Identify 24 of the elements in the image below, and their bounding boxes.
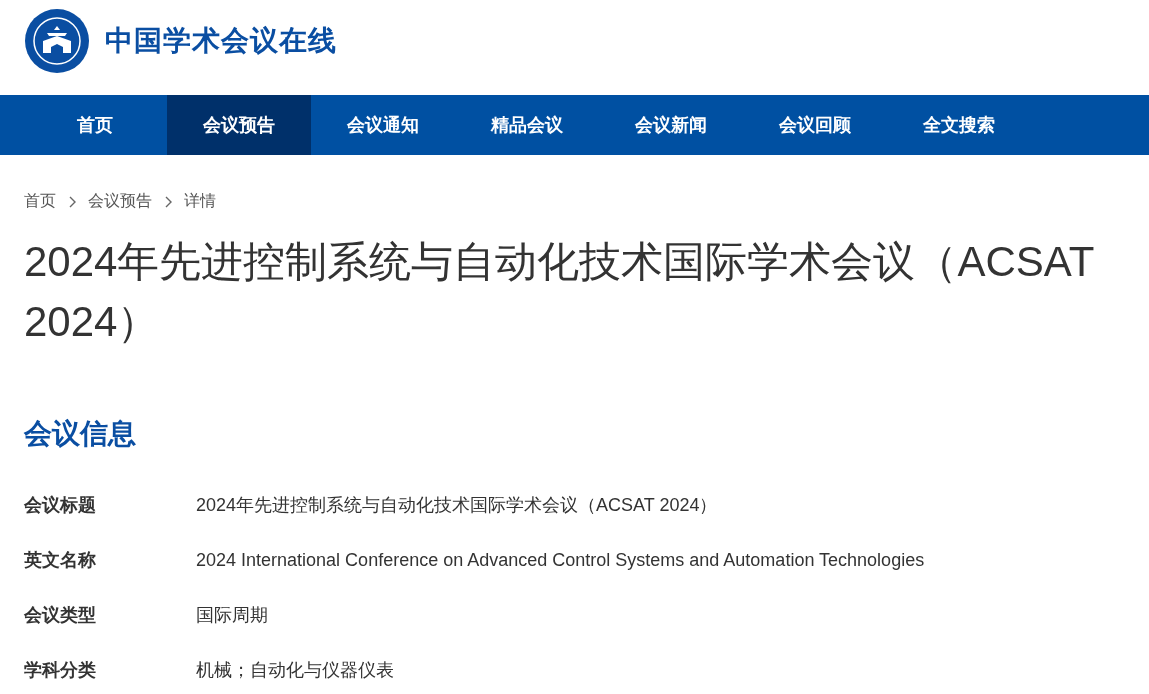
field-label: 会议类型: [24, 604, 97, 627]
field-value: 国际周期: [196, 604, 268, 627]
field-label: 会议标题: [24, 494, 97, 517]
nav-tab[interactable]: 会议通知: [311, 95, 455, 155]
logo-icon: [25, 8, 89, 73]
nav-tab[interactable]: 全文搜索: [887, 95, 1031, 155]
breadcrumb-link[interactable]: 会议预告: [88, 191, 152, 212]
nav-tab[interactable]: 会议新闻: [599, 95, 743, 155]
field-label: 英文名称: [24, 549, 97, 572]
nav-tab[interactable]: 首页: [23, 95, 167, 155]
field-value: 2024年先进控制系统与自动化技术国际学术会议（ACSAT 2024）: [196, 494, 718, 517]
nav-tab[interactable]: 会议预告: [167, 95, 311, 155]
field-label: 学科分类: [24, 659, 97, 682]
site-name[interactable]: 中国学术会议在线: [105, 21, 337, 60]
breadcrumb-current: 详情: [184, 191, 216, 211]
breadcrumb-link[interactable]: 首页: [24, 191, 56, 212]
conference-title: 2024年先进控制系统与自动化技术国际学术会议（ACSAT 2024）: [24, 237, 1095, 347]
chevron-icon: [68, 195, 76, 208]
nav-tab[interactable]: 会议回顾: [743, 95, 887, 155]
field-value: 2024 International Conference on Advanced Control Systems and Automation Technologies: [196, 549, 925, 572]
nav-tab[interactable]: 精品会议: [455, 95, 599, 155]
section-heading: 会议信息: [24, 417, 137, 451]
field-value: 机械；自动化与仪器仪表: [196, 659, 394, 682]
chevron-icon: [164, 195, 172, 208]
